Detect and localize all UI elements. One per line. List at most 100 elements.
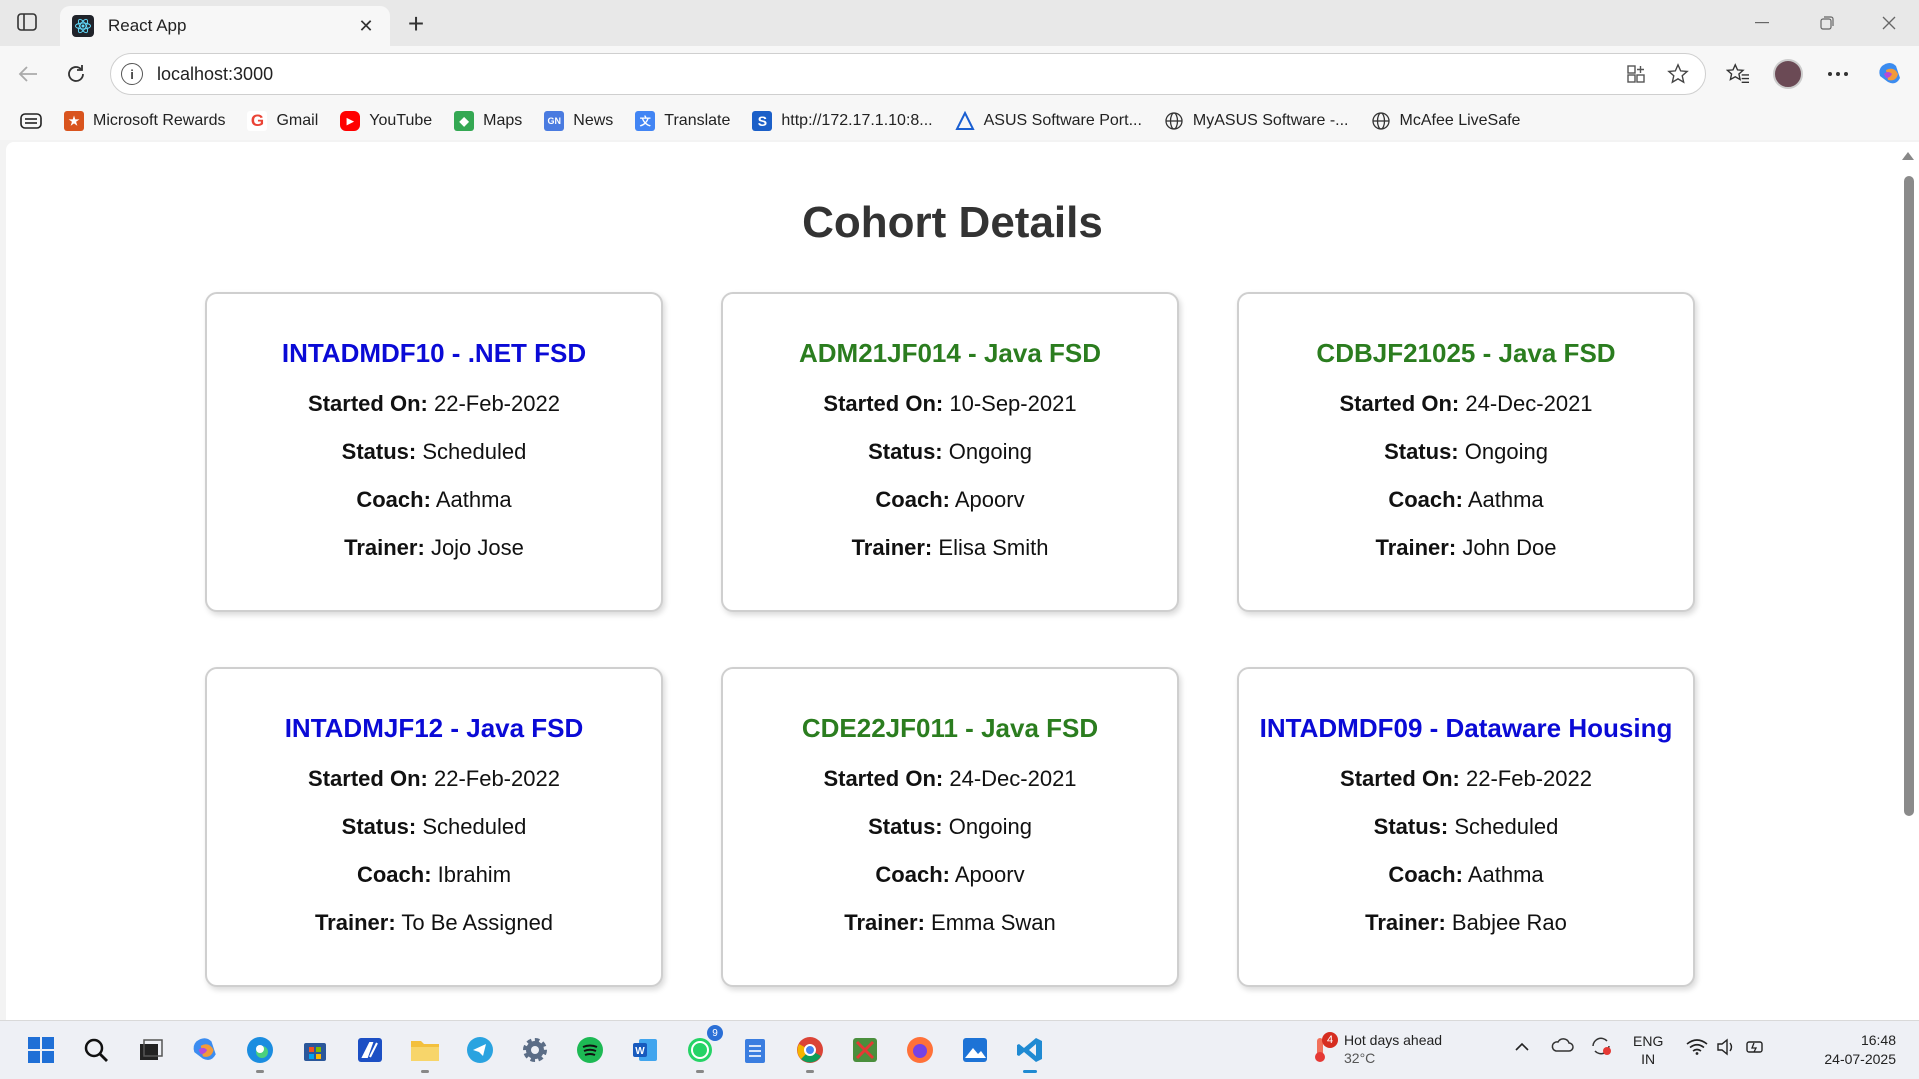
refresh-icon[interactable]: [60, 58, 92, 90]
cohort-started-on-row: Started On: 24-Dec-2021: [1239, 391, 1693, 417]
file-explorer-icon[interactable]: [408, 1033, 442, 1073]
favorites-icon[interactable]: [1722, 58, 1754, 90]
field-label: Trainer:: [314, 910, 396, 935]
word-icon[interactable]: W: [628, 1033, 662, 1067]
firefox-icon[interactable]: [903, 1033, 937, 1067]
input-language-indicator[interactable]: ENG IN: [1633, 1032, 1663, 1068]
scroll-up-arrow-icon[interactable]: [1902, 152, 1914, 160]
spotify-icon[interactable]: [573, 1033, 607, 1067]
cohort-card: INTADMDF09 - Dataware Housing Started On:…: [1237, 667, 1695, 987]
bookmark-label: McAfee LiveSafe: [1399, 112, 1521, 129]
field-value: 10-Sep-2021: [949, 391, 1077, 416]
windows-start-icon[interactable]: [24, 1033, 58, 1067]
bookmark-label: Gmail: [276, 112, 319, 129]
cohort-status-row: Status: Ongoing: [723, 439, 1177, 465]
tab-react-app[interactable]: React App ✕: [60, 6, 390, 46]
clock-time: 16:48: [1860, 1032, 1896, 1048]
cohort-started-on-row: Started On: 10-Sep-2021: [723, 391, 1177, 417]
app-available-icon[interactable]: [1621, 59, 1651, 89]
snipping-tool-icon[interactable]: [848, 1033, 882, 1067]
thermometer-icon: 4: [1310, 1032, 1338, 1064]
weather-widget[interactable]: 4 Hot days ahead 32°C: [1310, 1031, 1442, 1067]
field-value: 22-Feb-2022: [433, 391, 560, 416]
telegram-icon[interactable]: [463, 1033, 497, 1067]
back-icon[interactable]: [12, 58, 44, 90]
bookmark-label: MyASUS Software -...: [1192, 112, 1349, 129]
battery-charging-icon[interactable]: [1745, 1038, 1767, 1059]
rewards-icon: ★: [64, 111, 84, 131]
vertical-scrollbar[interactable]: [1899, 142, 1919, 1020]
copilot-taskbar-icon[interactable]: [188, 1033, 222, 1067]
cohort-trainer-row: Trainer: Emma Swan: [723, 910, 1177, 936]
field-value: Aathma: [1467, 862, 1544, 887]
search-icon[interactable]: [79, 1033, 113, 1067]
close-tab-icon[interactable]: ✕: [354, 14, 378, 38]
field-value: Ongoing: [1464, 439, 1548, 464]
cohort-coach-row: Coach: Aathma: [1239, 862, 1693, 888]
photos-icon[interactable]: [958, 1033, 992, 1067]
bookmark-mcafee-livesafe[interactable]: McAfee LiveSafe: [1371, 111, 1521, 131]
weather-alert-badge: 4: [1322, 1032, 1338, 1048]
sync-icon[interactable]: [1589, 1035, 1613, 1060]
field-value: Jojo Jose: [430, 535, 524, 560]
favorite-star-icon[interactable]: [1663, 59, 1693, 89]
cohort-trainer-row: Trainer: Babjee Rao: [1239, 910, 1693, 936]
tab-actions-icon[interactable]: [14, 10, 40, 34]
translate-icon: 文: [635, 111, 656, 131]
bookmark-label: Translate: [664, 112, 731, 129]
cohort-started-on-row: Started On: 24-Dec-2021: [723, 766, 1177, 792]
vscode-icon[interactable]: [1013, 1033, 1047, 1073]
microsoft-store-icon[interactable]: [298, 1033, 332, 1067]
chrome-icon[interactable]: [793, 1033, 827, 1073]
restore-icon[interactable]: [1802, 6, 1852, 40]
url-text[interactable]: localhost:3000: [157, 64, 1621, 85]
field-value: Ibrahim: [437, 862, 512, 887]
bookmark-news[interactable]: GN News: [544, 111, 613, 131]
volume-icon[interactable]: [1716, 1038, 1736, 1059]
field-label: Status:: [868, 439, 943, 464]
office-icon[interactable]: [353, 1033, 387, 1067]
bookmark-label: YouTube: [369, 112, 433, 129]
field-label: Coach:: [875, 487, 950, 512]
whatsapp-notification-badge: 9: [707, 1025, 723, 1041]
notepad-icon[interactable]: [738, 1033, 772, 1067]
address-bar[interactable]: i localhost:3000: [110, 53, 1706, 95]
more-options-icon[interactable]: [1822, 58, 1854, 90]
bookmark-microsoft-rewards[interactable]: ★ Microsoft Rewards: [64, 111, 225, 131]
tab-title: React App: [108, 16, 187, 35]
task-view-icon[interactable]: [133, 1033, 167, 1067]
system-clock[interactable]: 16:48 24-07-2025: [1786, 1031, 1896, 1069]
field-label: Coach:: [356, 487, 431, 512]
profile-avatar[interactable]: [1772, 58, 1804, 90]
field-value: Ongoing: [948, 814, 1032, 839]
bookmark-asus-software-portal[interactable]: ASUS Software Port...: [955, 111, 1142, 131]
onedrive-cloud-icon[interactable]: [1550, 1037, 1574, 1056]
field-label: Status:: [341, 814, 417, 839]
close-window-icon[interactable]: [1864, 6, 1914, 40]
edge-icon[interactable]: [243, 1033, 277, 1073]
bookmark-gmail[interactable]: G Gmail: [247, 111, 318, 131]
site-info-icon[interactable]: i: [121, 63, 143, 85]
globe-icon: [1164, 111, 1184, 131]
scrollbar-thumb[interactable]: [1904, 176, 1914, 816]
wifi-icon[interactable]: [1686, 1039, 1708, 1058]
cohort-status-row: Status: Ongoing: [1239, 439, 1693, 465]
navigation-bar: i localhost:3000: [0, 46, 1919, 102]
show-hidden-icons-chevron-icon[interactable]: [1514, 1039, 1530, 1055]
bookmark-myasus-software[interactable]: MyASUS Software -...: [1164, 111, 1349, 131]
settings-gear-icon[interactable]: [518, 1033, 552, 1067]
bookmarks-menu-icon[interactable]: [20, 113, 42, 129]
bookmark-translate[interactable]: 文 Translate: [635, 111, 730, 131]
field-value: Scheduled: [1454, 814, 1559, 839]
field-value: Apoorv: [954, 487, 1025, 512]
field-label: Started On:: [1340, 766, 1460, 791]
whatsapp-icon[interactable]: 9: [683, 1025, 723, 1073]
cohort-trainer-row: Trainer: To Be Assigned: [207, 910, 661, 936]
copilot-icon[interactable]: [1874, 58, 1906, 90]
new-tab-icon[interactable]: +: [400, 8, 432, 40]
bookmark-maps[interactable]: ◆ Maps: [454, 111, 522, 131]
field-value: Ongoing: [948, 439, 1032, 464]
minimize-icon[interactable]: [1737, 6, 1787, 40]
bookmark-local-server[interactable]: S http://172.17.1.10:8...: [752, 111, 933, 131]
bookmark-youtube[interactable]: ▶ YouTube: [340, 111, 432, 131]
